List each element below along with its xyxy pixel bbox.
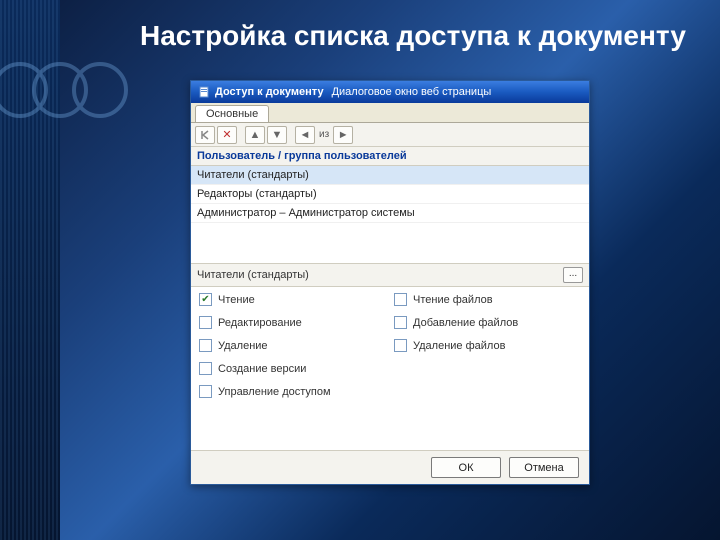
checkbox-icon[interactable] — [394, 293, 407, 306]
perm-create-version[interactable]: Создание версии — [199, 362, 386, 375]
perm-label: Удаление файлов — [413, 340, 505, 352]
nav-prev-button[interactable]: ◄ — [295, 126, 315, 144]
user-list: Читатели (стандарты) Редакторы (стандарт… — [191, 166, 589, 223]
slide-title: Настройка списка доступа к документу — [140, 20, 700, 52]
move-up-button[interactable]: ▲ — [245, 126, 265, 144]
document-icon — [197, 85, 211, 99]
nav-text: из — [317, 129, 331, 140]
selected-user-bar: Читатели (стандарты) ... — [191, 263, 589, 287]
browse-button[interactable]: ... — [563, 267, 583, 283]
dialog-footer: ОК Отмена — [191, 450, 589, 484]
perm-label: Управление доступом — [218, 386, 331, 398]
checkbox-icon[interactable] — [199, 316, 212, 329]
perm-add-files[interactable]: Добавление файлов — [394, 316, 581, 329]
move-down-button[interactable]: ▼ — [267, 126, 287, 144]
perm-label: Создание версии — [218, 363, 306, 375]
perm-label: Чтение файлов — [413, 294, 493, 306]
toolbar: ✕ ▲ ▼ ◄ из ► — [191, 123, 589, 147]
dialog-title: Доступ к документу — [215, 86, 324, 98]
user-row[interactable]: Редакторы (стандарты) — [191, 185, 589, 204]
selected-user-label: Читатели (стандарты) — [197, 269, 309, 281]
perm-read-files[interactable]: Чтение файлов — [394, 293, 581, 306]
cancel-button[interactable]: Отмена — [509, 457, 579, 478]
tab-main[interactable]: Основные — [195, 105, 269, 122]
user-row[interactable]: Администратор – Администратор системы — [191, 204, 589, 223]
titlebar: Доступ к документу Диалоговое окно веб с… — [191, 81, 589, 103]
user-column-header: Пользователь / группа пользователей — [191, 147, 589, 166]
perm-label: Чтение — [218, 294, 255, 306]
checkbox-icon[interactable] — [394, 339, 407, 352]
perm-label: Добавление файлов — [413, 317, 518, 329]
checkbox-icon[interactable] — [394, 316, 407, 329]
perm-manage-access[interactable]: Управление доступом — [199, 385, 386, 398]
checkbox-icon[interactable] — [199, 362, 212, 375]
checkbox-icon[interactable] — [199, 385, 212, 398]
delete-button[interactable]: ✕ — [217, 126, 237, 144]
access-dialog: Доступ к документу Диалоговое окно веб с… — [190, 80, 590, 485]
tab-row: Основные — [191, 103, 589, 123]
perm-edit[interactable]: Редактирование — [199, 316, 386, 329]
ok-button[interactable]: ОК — [431, 457, 501, 478]
nav-next-button[interactable]: ► — [333, 126, 353, 144]
checkbox-icon[interactable] — [199, 339, 212, 352]
perm-read[interactable]: Чтение — [199, 293, 386, 306]
perm-delete[interactable]: Удаление — [199, 339, 386, 352]
nav-first-button[interactable] — [195, 126, 215, 144]
perm-label: Редактирование — [218, 317, 302, 329]
perm-delete-files[interactable]: Удаление файлов — [394, 339, 581, 352]
user-row[interactable]: Читатели (стандарты) — [191, 166, 589, 185]
logo-circles — [0, 30, 130, 150]
perm-label: Удаление — [218, 340, 268, 352]
permissions-grid: Чтение Чтение файлов Редактирование Доба… — [191, 287, 589, 398]
dialog-subtitle: Диалоговое окно веб страницы — [332, 86, 492, 98]
checkbox-icon[interactable] — [199, 293, 212, 306]
list-spacer — [191, 223, 589, 263]
